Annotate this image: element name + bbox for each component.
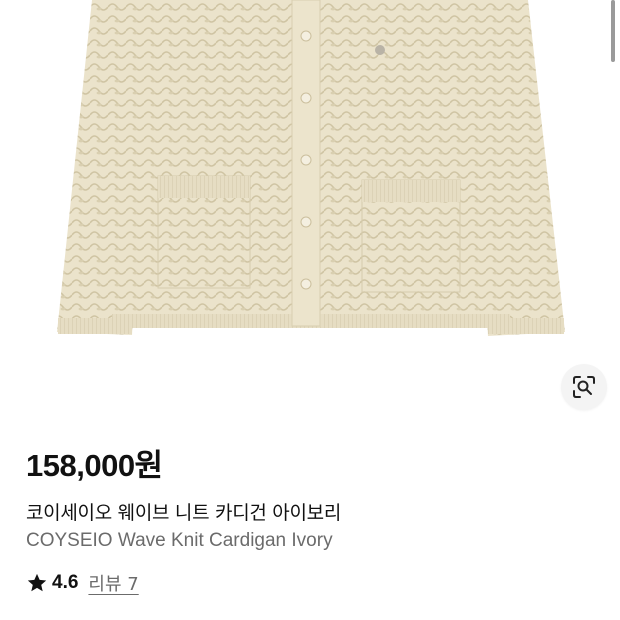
product-name-english: COYSEIO Wave Knit Cardigan Ivory — [26, 530, 333, 551]
scrollbar[interactable] — [611, 0, 615, 62]
rating-row: 4.6 리뷰 7 — [26, 570, 139, 596]
star-icon — [27, 573, 47, 592]
rating-score: 4.6 — [52, 572, 79, 593]
image-search-button[interactable] — [561, 364, 607, 410]
image-search-icon — [573, 376, 595, 398]
product-name-korean: 코이세이오 웨이브 니트 카디건 아이보리 — [26, 502, 342, 524]
reviews-link[interactable]: 리뷰 7 — [88, 570, 138, 596]
product-price: 158,000원 — [26, 448, 163, 483]
product-image[interactable] — [0, 0, 620, 420]
cardigan-illustration — [57, 0, 565, 336]
